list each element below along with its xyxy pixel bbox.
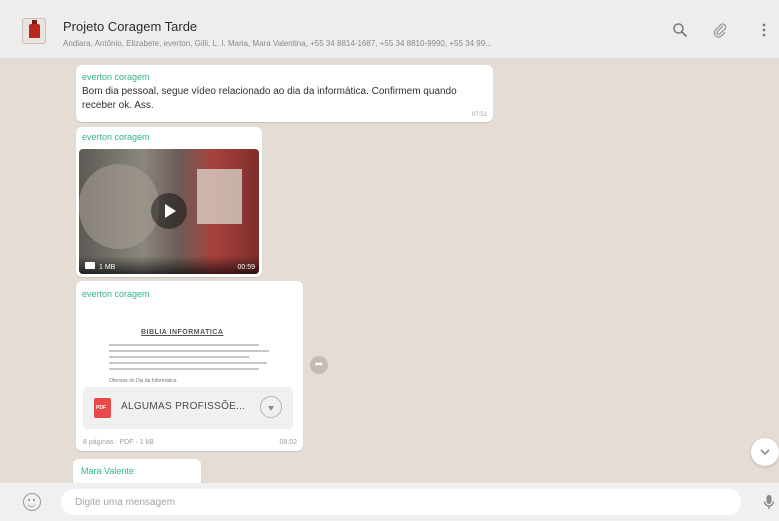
message-text: Bom dia pessoal, segue vídeo relacionado… — [82, 86, 457, 111]
sender-name[interactable]: Mara Valente — [81, 466, 134, 476]
document-meta: 8 páginas · PDF · 1 kB — [83, 439, 154, 446]
document-preview-title: BIBLIA INFORMATICA — [141, 329, 224, 336]
pdf-icon: PDF — [94, 398, 111, 418]
sender-name[interactable]: everton coragem — [82, 72, 150, 82]
document-attachment[interactable]: PDF ALGUMAS PROFISSÕE... — [83, 387, 293, 429]
chat-title[interactable]: Projeto Coragem Tarde — [63, 19, 197, 34]
forward-icon[interactable]: ➦ — [310, 356, 328, 374]
sender-name[interactable]: everton coragem — [82, 289, 150, 299]
download-button[interactable] — [260, 396, 282, 418]
message-input[interactable] — [61, 489, 741, 515]
scroll-down-button[interactable] — [751, 438, 779, 466]
search-icon[interactable] — [671, 22, 689, 40]
paperclip-icon[interactable] — [711, 22, 729, 40]
document-preview[interactable]: BIBLIA INFORMATICA Ofensas do Dia da Inf… — [79, 306, 300, 388]
message-time: 07:51 — [471, 112, 487, 118]
video-duration: 00:59 — [237, 264, 255, 271]
document-name[interactable]: ALGUMAS PROFISSÕE... — [121, 401, 245, 412]
document-message[interactable]: everton coragem BIBLIA INFORMATICA Ofens… — [76, 281, 303, 451]
chat-header: Projeto Coragem Tarde Andiara, Antônio, … — [0, 0, 779, 59]
message-composer — [0, 483, 779, 521]
video-thumbnail[interactable]: 1 MB 00:59 — [79, 149, 259, 274]
message-bubble[interactable]: Mara Valente — [73, 459, 201, 483]
video-size: 1 MB — [99, 264, 116, 271]
chat-members[interactable]: Andiara, Antônio, Elizabete, everton, Gi… — [63, 39, 633, 48]
play-button[interactable] — [151, 193, 187, 229]
group-avatar[interactable] — [22, 18, 46, 44]
chat-panel: everton coragem Bom dia pessoal, segue v… — [0, 59, 779, 483]
document-preview-subtitle: Ofensas do Dia da Informática — [109, 378, 177, 384]
sender-name[interactable]: everton coragem — [82, 132, 150, 142]
message-time: 08:02 — [279, 439, 297, 446]
more-vertical-icon[interactable] — [755, 22, 773, 40]
message-bubble[interactable]: everton coragem Bom dia pessoal, segue v… — [76, 65, 493, 122]
emoji-icon[interactable] — [23, 493, 41, 511]
video-message[interactable]: everton coragem 1 MB 00:59 — [76, 127, 262, 277]
video-camera-icon — [85, 262, 95, 269]
microphone-icon[interactable] — [760, 493, 778, 511]
